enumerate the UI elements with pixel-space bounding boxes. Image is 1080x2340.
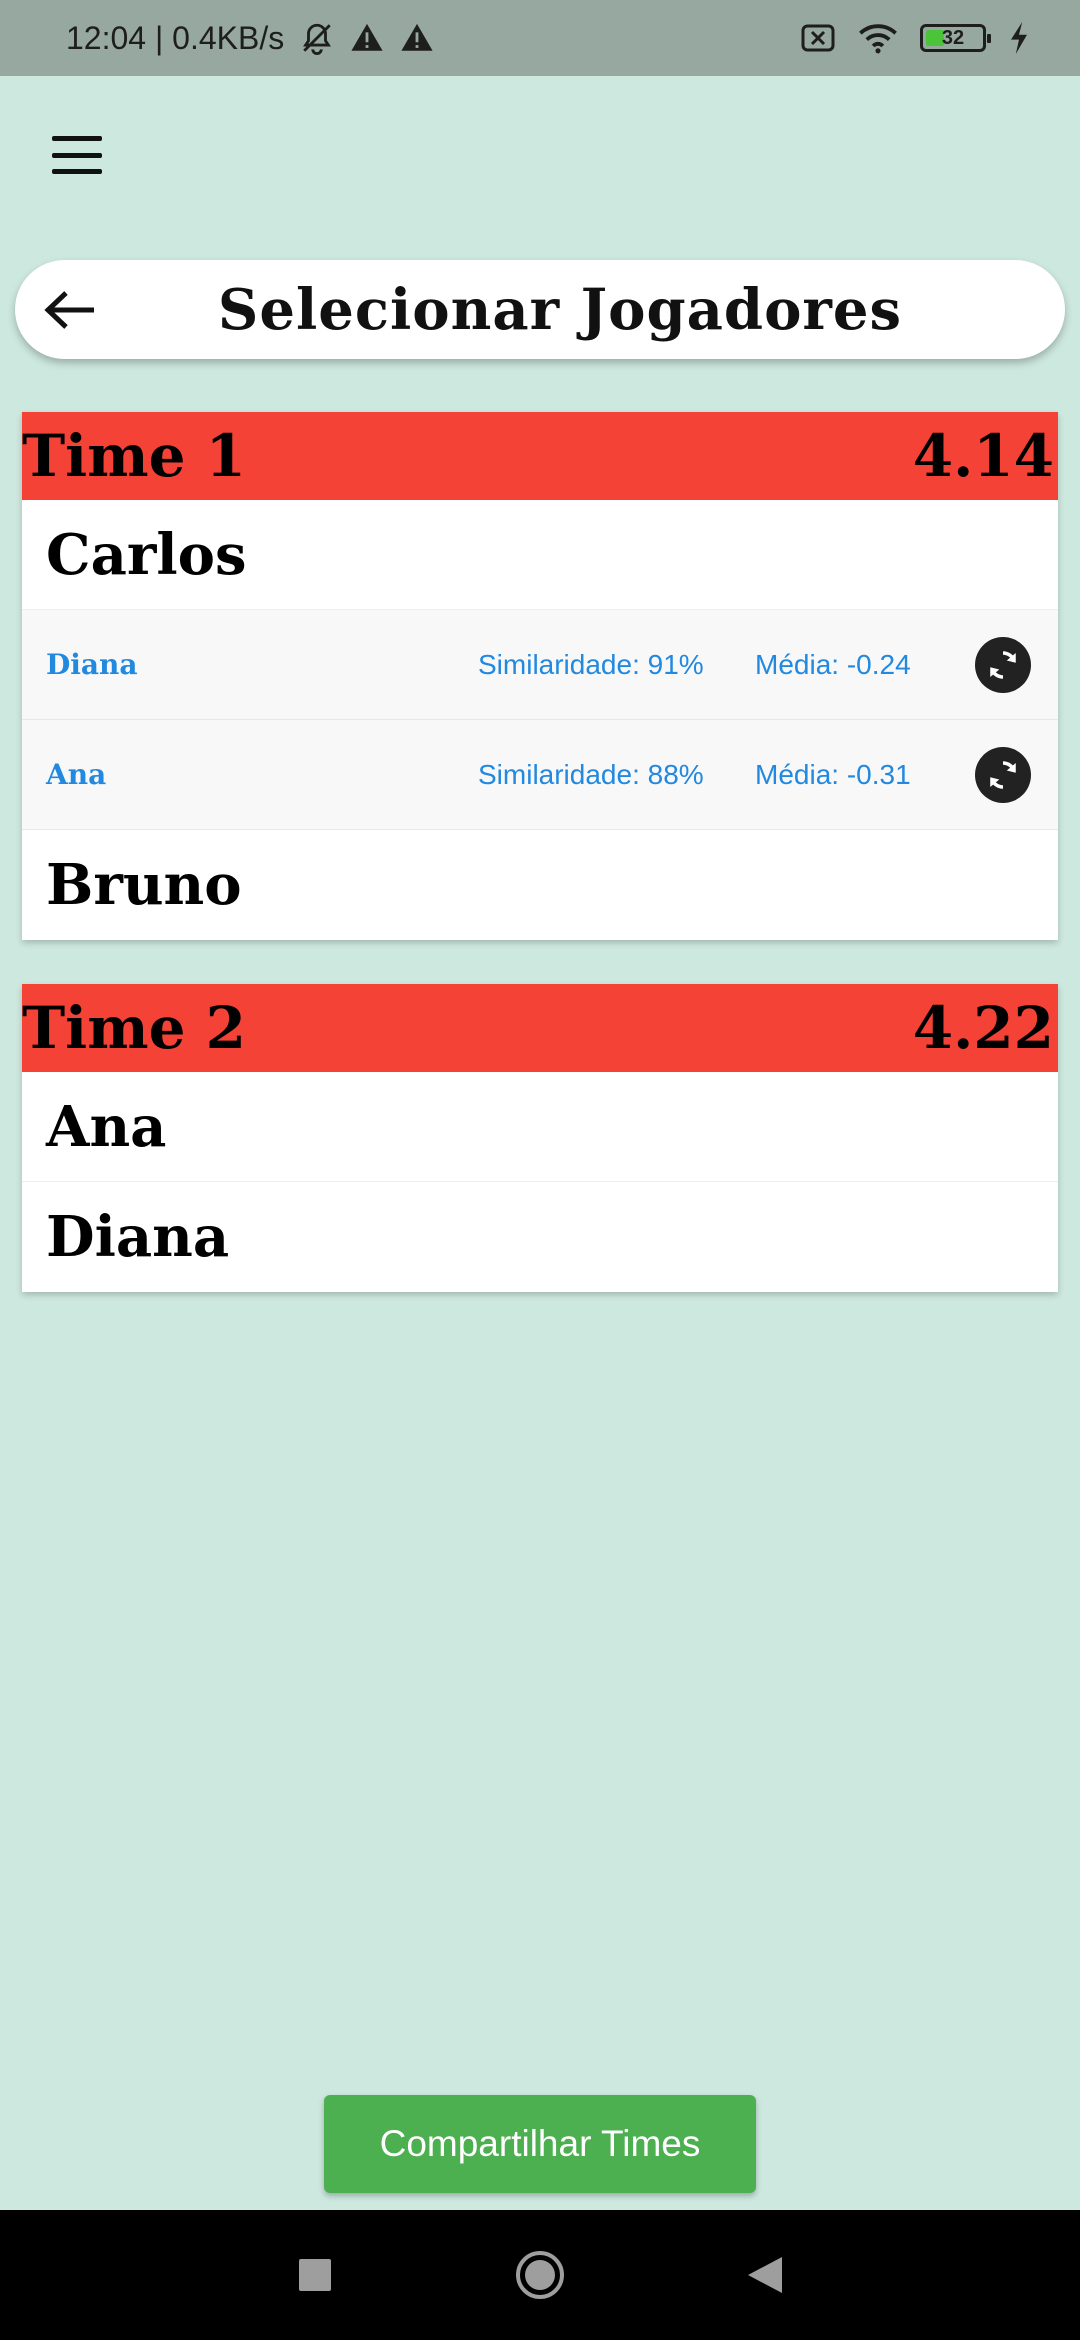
player-row[interactable]: Carlos: [22, 500, 1058, 610]
warning-icon: [350, 21, 384, 55]
status-bar: 12:04 | 0.4KB/s 32: [0, 0, 1080, 76]
swap-icon[interactable]: [975, 747, 1031, 803]
team-score: 4.14: [912, 422, 1054, 490]
suggestion-row: Diana Similaridade: 91% Média: -0.24: [22, 610, 1058, 720]
team-card-2: Time 2 4.22 Ana Diana: [22, 984, 1058, 1292]
status-right: 32: [800, 22, 1030, 54]
swap-icon[interactable]: [975, 637, 1031, 693]
status-time: 12:04 | 0.4KB/s: [66, 19, 285, 56]
suggestion-average: Média: -0.31: [755, 758, 911, 790]
team-card-1: Time 1 4.14 Carlos Diana Similaridade: 9…: [22, 412, 1058, 940]
menu-line: [52, 136, 102, 141]
page-title: Selecionar Jogadores: [217, 276, 903, 343]
bell-off-icon: [300, 21, 334, 55]
team-header: Time 1 4.14: [22, 412, 1058, 500]
nav-bar: [0, 2210, 1080, 2340]
battery-level: 32: [941, 26, 965, 49]
menu-line: [52, 169, 102, 174]
back-icon[interactable]: [738, 2248, 792, 2302]
home-icon[interactable]: [513, 2248, 567, 2302]
suggestion-average: Média: -0.24: [755, 648, 911, 680]
suggestion-row: Ana Similaridade: 88% Média: -0.31: [22, 720, 1058, 830]
back-arrow-icon[interactable]: [41, 282, 101, 338]
suggestion-similarity: Similaridade: 91%: [478, 648, 704, 680]
suggestion-similarity: Similaridade: 88%: [478, 758, 704, 790]
menu-icon[interactable]: [46, 130, 108, 180]
share-teams-button[interactable]: Compartilhar Times: [324, 2095, 756, 2193]
team-name: Time 2: [22, 994, 247, 1062]
menu-line: [52, 152, 102, 158]
team-header: Time 2 4.22: [22, 984, 1058, 1072]
player-row[interactable]: Diana: [22, 1182, 1058, 1292]
sim-x-icon: [800, 23, 836, 53]
team-name: Time 1: [22, 422, 247, 490]
team-score: 4.22: [912, 994, 1054, 1062]
warning-icon: [400, 21, 434, 55]
player-row[interactable]: Bruno: [22, 830, 1058, 940]
wifi-icon: [858, 22, 898, 54]
header-bar: Selecionar Jogadores: [15, 260, 1065, 359]
status-left: 12:04 | 0.4KB/s: [66, 20, 434, 57]
charging-icon: [1008, 22, 1030, 54]
suggestion-name: Ana: [46, 758, 107, 791]
suggestion-name: Diana: [46, 648, 138, 681]
battery-icon: 32: [920, 24, 991, 52]
recents-icon[interactable]: [288, 2248, 342, 2302]
player-row[interactable]: Ana: [22, 1072, 1058, 1182]
